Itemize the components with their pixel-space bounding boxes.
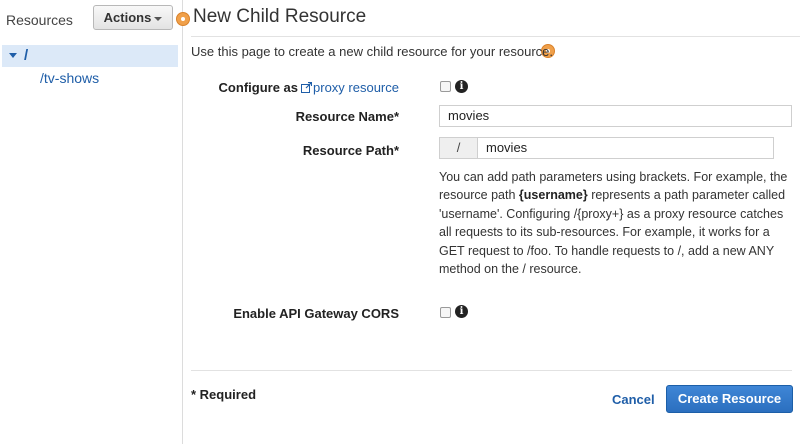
proxy-label: Configure as proxy resource [219, 80, 399, 95]
actions-button[interactable]: Actions [93, 5, 173, 30]
resource-path-help: You can add path parameters using bracke… [439, 168, 791, 278]
help-text-bold: {username} [518, 188, 588, 203]
page-title: New Child Resource [193, 6, 367, 27]
cors-checkbox[interactable] [440, 307, 451, 318]
title-divider [191, 36, 800, 37]
proxy-checkbox[interactable] [440, 81, 451, 92]
main-panel: New Child Resource Use this page to crea… [183, 0, 800, 444]
caret-down-icon[interactable] [9, 53, 17, 58]
external-link-icon [301, 82, 313, 93]
intro-text: Use this page to create a new child reso… [191, 44, 554, 59]
info-icon[interactable]: i [455, 305, 468, 318]
sidebar-title: Resources [6, 12, 73, 28]
cors-label: Enable API Gateway CORS [233, 306, 399, 321]
actions-label: Actions [103, 10, 152, 25]
resource-name-label: Resource Name* [295, 109, 399, 124]
caret-down-icon [154, 16, 163, 21]
proxy-resource-link[interactable]: proxy resource [313, 80, 399, 95]
info-icon[interactable]: i [455, 80, 468, 93]
tree-root-label: / [24, 47, 29, 64]
required-note: * Required [191, 387, 257, 402]
resource-path-prefix: / [439, 137, 477, 159]
create-resource-button[interactable]: Create Resource [666, 385, 793, 413]
tree-item-tv-shows[interactable]: /tv-shows [40, 70, 99, 86]
resource-path-label: Resource Path* [302, 143, 399, 158]
resource-path-input[interactable]: movies [477, 137, 774, 159]
resources-sidebar: Resources Actions / /tv-shows [0, 0, 183, 444]
footer-divider [191, 370, 792, 371]
sidebar-header: Resources Actions [0, 0, 182, 40]
resource-name-input[interactable]: movies [439, 105, 792, 127]
proxy-label-prefix: Configure as [218, 80, 299, 95]
tree-item-root[interactable]: / [2, 45, 178, 67]
cancel-button[interactable]: Cancel [612, 392, 655, 407]
